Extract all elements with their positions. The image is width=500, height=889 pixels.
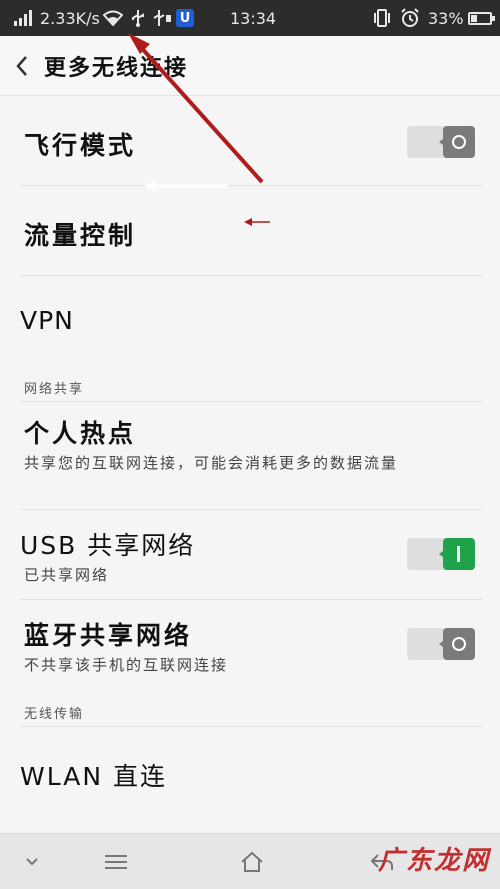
annotation-small-arrow-icon (244, 218, 270, 226)
annotation-arrow-icon (128, 33, 264, 184)
watermark-logo: 广东龙网 (377, 846, 490, 876)
home-icon[interactable] (222, 834, 282, 889)
chevron-down-icon[interactable] (2, 834, 62, 889)
menu-icon[interactable] (86, 834, 146, 889)
annotation-overlay (128, 33, 270, 226)
annotation-white-arrow-icon (144, 180, 228, 192)
